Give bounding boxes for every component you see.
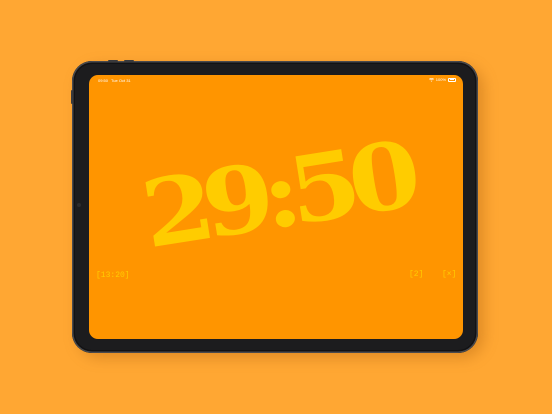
screen: 09:50 Tue Oct 31 100% 29:50 [13:20] [2] … xyxy=(89,75,463,339)
close-button[interactable]: [×] xyxy=(442,270,456,279)
status-indicators: 100% xyxy=(428,77,456,82)
battery-icon xyxy=(448,77,456,82)
countdown-display: 29:50 xyxy=(89,120,463,270)
side-button xyxy=(71,90,73,104)
backdrop: 09:50 Tue Oct 31 100% 29:50 [13:20] [2] … xyxy=(0,0,552,414)
edit-button[interactable]: [2] xyxy=(409,270,423,279)
countdown-time: 29:50 xyxy=(134,120,418,270)
status-bar: 09:50 Tue Oct 31 100% xyxy=(89,75,463,84)
status-date: Tue Oct 31 xyxy=(111,77,131,83)
front-camera xyxy=(77,203,81,207)
elapsed-time: [13:20] xyxy=(96,271,130,280)
status-time: 09:50 xyxy=(98,77,109,83)
volume-up-button xyxy=(124,60,134,62)
top-button xyxy=(108,60,118,62)
wifi-icon xyxy=(428,77,434,82)
battery-percent: 100% xyxy=(435,77,446,82)
